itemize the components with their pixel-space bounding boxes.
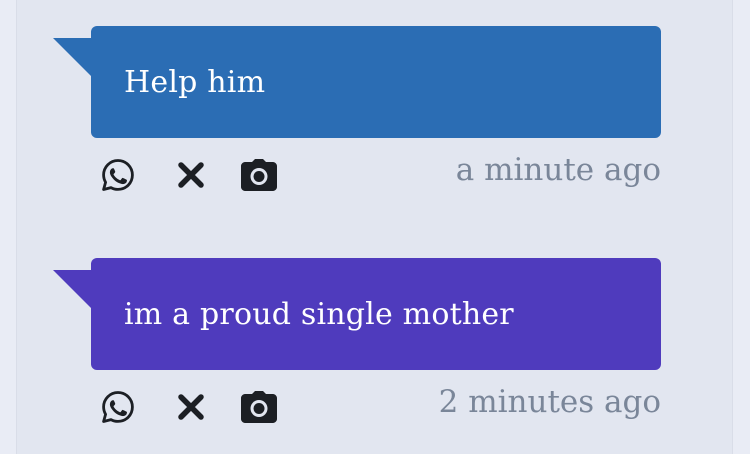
delete-button[interactable]: [171, 387, 211, 427]
message-feed-panel: Help him a minute ago im a proud single …: [16, 0, 733, 454]
camera-icon: [241, 391, 277, 423]
message-bubble-wrapper: Help him: [53, 26, 661, 138]
whatsapp-icon: [102, 159, 134, 191]
message-actions: 2 minutes ago: [53, 370, 661, 440]
message-item: im a proud single mother 2 minutes ago: [53, 258, 661, 440]
delete-button[interactable]: [171, 155, 211, 195]
message-bubble[interactable]: Help him: [91, 26, 661, 138]
bubble-tail: [53, 38, 93, 78]
whatsapp-icon: [102, 391, 134, 423]
message-actions: a minute ago: [53, 138, 661, 208]
message-bubble-wrapper: im a proud single mother: [53, 258, 661, 370]
message-text: Help him: [124, 64, 266, 100]
share-whatsapp-button[interactable]: [98, 387, 138, 427]
screenshot-button[interactable]: [239, 155, 279, 195]
message-bubble[interactable]: im a proud single mother: [91, 258, 661, 370]
message-item: Help him a minute ago: [53, 26, 661, 208]
share-whatsapp-button[interactable]: [98, 155, 138, 195]
message-timestamp: 2 minutes ago: [438, 384, 661, 420]
message-timestamp: a minute ago: [455, 152, 661, 188]
camera-icon: [241, 159, 277, 191]
x-icon: [178, 394, 204, 420]
bubble-tail: [53, 270, 93, 310]
x-icon: [178, 162, 204, 188]
screenshot-button[interactable]: [239, 387, 279, 427]
message-text: im a proud single mother: [124, 296, 514, 332]
